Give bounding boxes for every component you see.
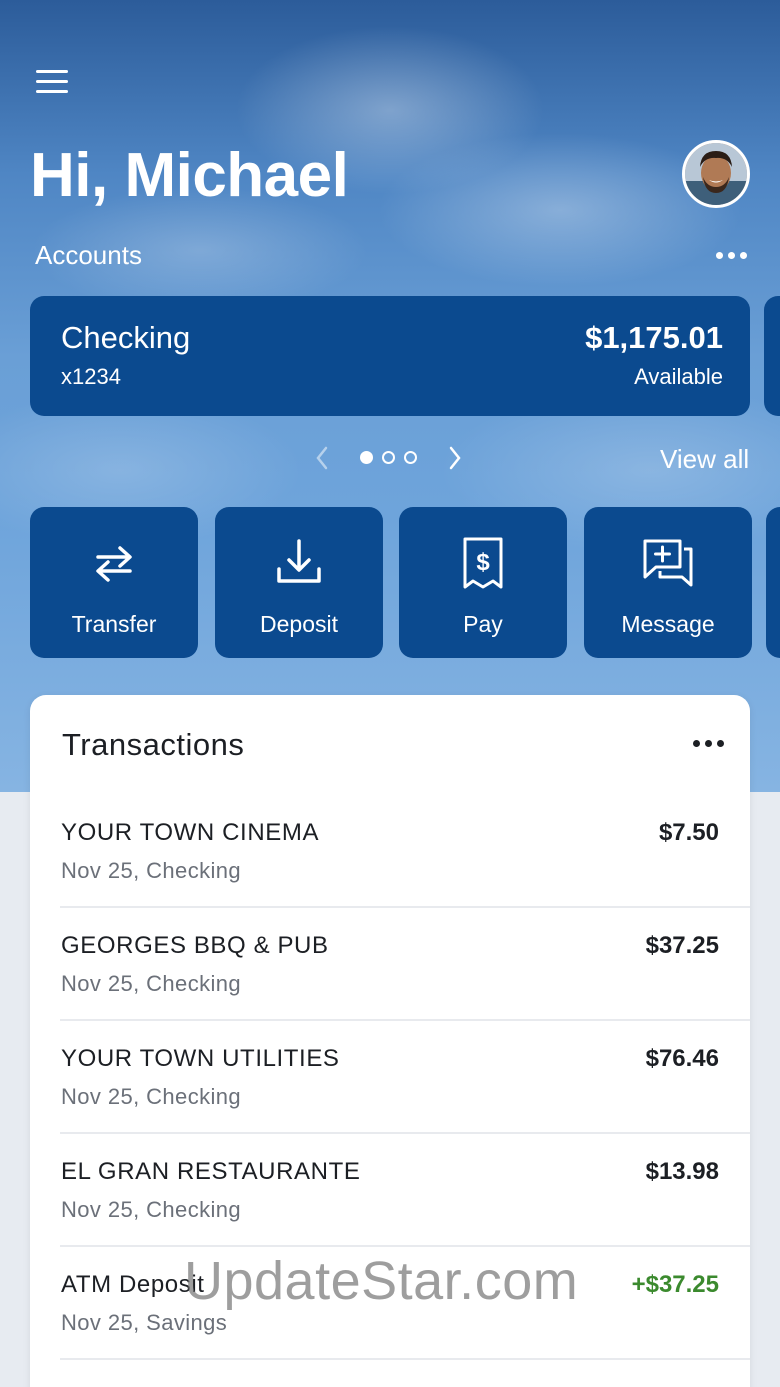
transaction-detail: Nov 25, Checking — [61, 1084, 242, 1109]
transaction-detail: Nov 25, Checking — [61, 971, 242, 996]
pay-bill-icon: $ — [463, 537, 503, 589]
transactions-more-icon[interactable] — [693, 740, 724, 747]
message-button[interactable]: Message — [584, 507, 752, 658]
transaction-name: GEORGES BBQ & PUB — [61, 932, 329, 959]
transaction-detail: Nov 25, Checking — [61, 1197, 242, 1222]
more-actions-button[interactable] — [766, 507, 780, 658]
transaction-name: YOUR TOWN UTILITIES — [61, 1045, 340, 1072]
transaction-amount: $7.50 — [658, 819, 719, 846]
page-dot — [404, 451, 417, 464]
transaction-name: YOUR TOWN CINEMA — [61, 819, 320, 846]
account-balance: $1,175.01 — [585, 320, 723, 355]
accounts-label: Accounts — [35, 240, 142, 270]
account-card-checking[interactable]: Checking x1234 $1,175.01 Available — [30, 296, 750, 416]
transaction-detail: Nov 25, Savings — [61, 1310, 228, 1335]
transaction-row[interactable]: EL GRAN RESTAURANTE Nov 25, Checking $13… — [60, 1134, 750, 1247]
page-dot — [382, 451, 395, 464]
transfer-label: Transfer — [71, 611, 157, 637]
pay-label: Pay — [463, 611, 503, 637]
chevron-right-icon[interactable] — [447, 444, 463, 477]
transfer-icon — [96, 546, 132, 582]
deposit-button[interactable]: Deposit — [215, 507, 383, 658]
page-dot — [360, 451, 373, 464]
transaction-name: ATM Deposit — [61, 1271, 205, 1298]
deposit-icon — [277, 539, 321, 583]
deposit-label: Deposit — [260, 611, 338, 637]
transaction-row[interactable]: YOUR TOWN CINEMA Nov 25, Checking $7.50 — [60, 795, 750, 908]
chevron-left-icon[interactable] — [314, 444, 330, 477]
account-name: Checking — [61, 320, 191, 355]
transactions-card: Transactions YOUR TOWN CINEMA Nov 25, Ch… — [30, 695, 750, 1387]
pay-button[interactable]: $ Pay — [399, 507, 567, 658]
profile-photo — [685, 143, 747, 205]
transactions-title: Transactions — [62, 727, 245, 762]
transfer-button[interactable]: Transfer — [30, 507, 198, 658]
transaction-detail: Nov 25, Checking — [61, 858, 242, 883]
next-account-card[interactable] — [764, 296, 780, 416]
avatar[interactable] — [682, 140, 750, 208]
transaction-amount: $76.46 — [645, 1045, 719, 1072]
message-label: Message — [621, 611, 715, 637]
transaction-row[interactable]: YOUR TOWN UTILITIES Nov 25, Checking $76… — [60, 1021, 750, 1134]
transaction-amount: $37.25 — [645, 932, 719, 959]
accounts-more-icon[interactable] — [716, 252, 747, 259]
transaction-amount: $13.98 — [645, 1158, 719, 1185]
hamburger-menu-icon[interactable] — [36, 70, 70, 96]
greeting-title: Hi, Michael — [30, 141, 349, 210]
message-icon — [643, 539, 693, 587]
transaction-name: EL GRAN RESTAURANTE — [61, 1158, 361, 1185]
row-divider — [60, 1358, 750, 1360]
carousel-page-indicator — [360, 451, 417, 464]
account-balance-label: Available — [634, 364, 723, 389]
transaction-row[interactable]: GEORGES BBQ & PUB Nov 25, Checking $37.2… — [60, 908, 750, 1021]
view-all-link[interactable]: View all — [660, 444, 749, 475]
transaction-amount: +$37.25 — [631, 1271, 719, 1298]
account-number: x1234 — [61, 364, 121, 389]
svg-text:$: $ — [476, 549, 490, 576]
transaction-row[interactable]: ATM Deposit Nov 25, Savings +$37.25 — [60, 1247, 750, 1360]
